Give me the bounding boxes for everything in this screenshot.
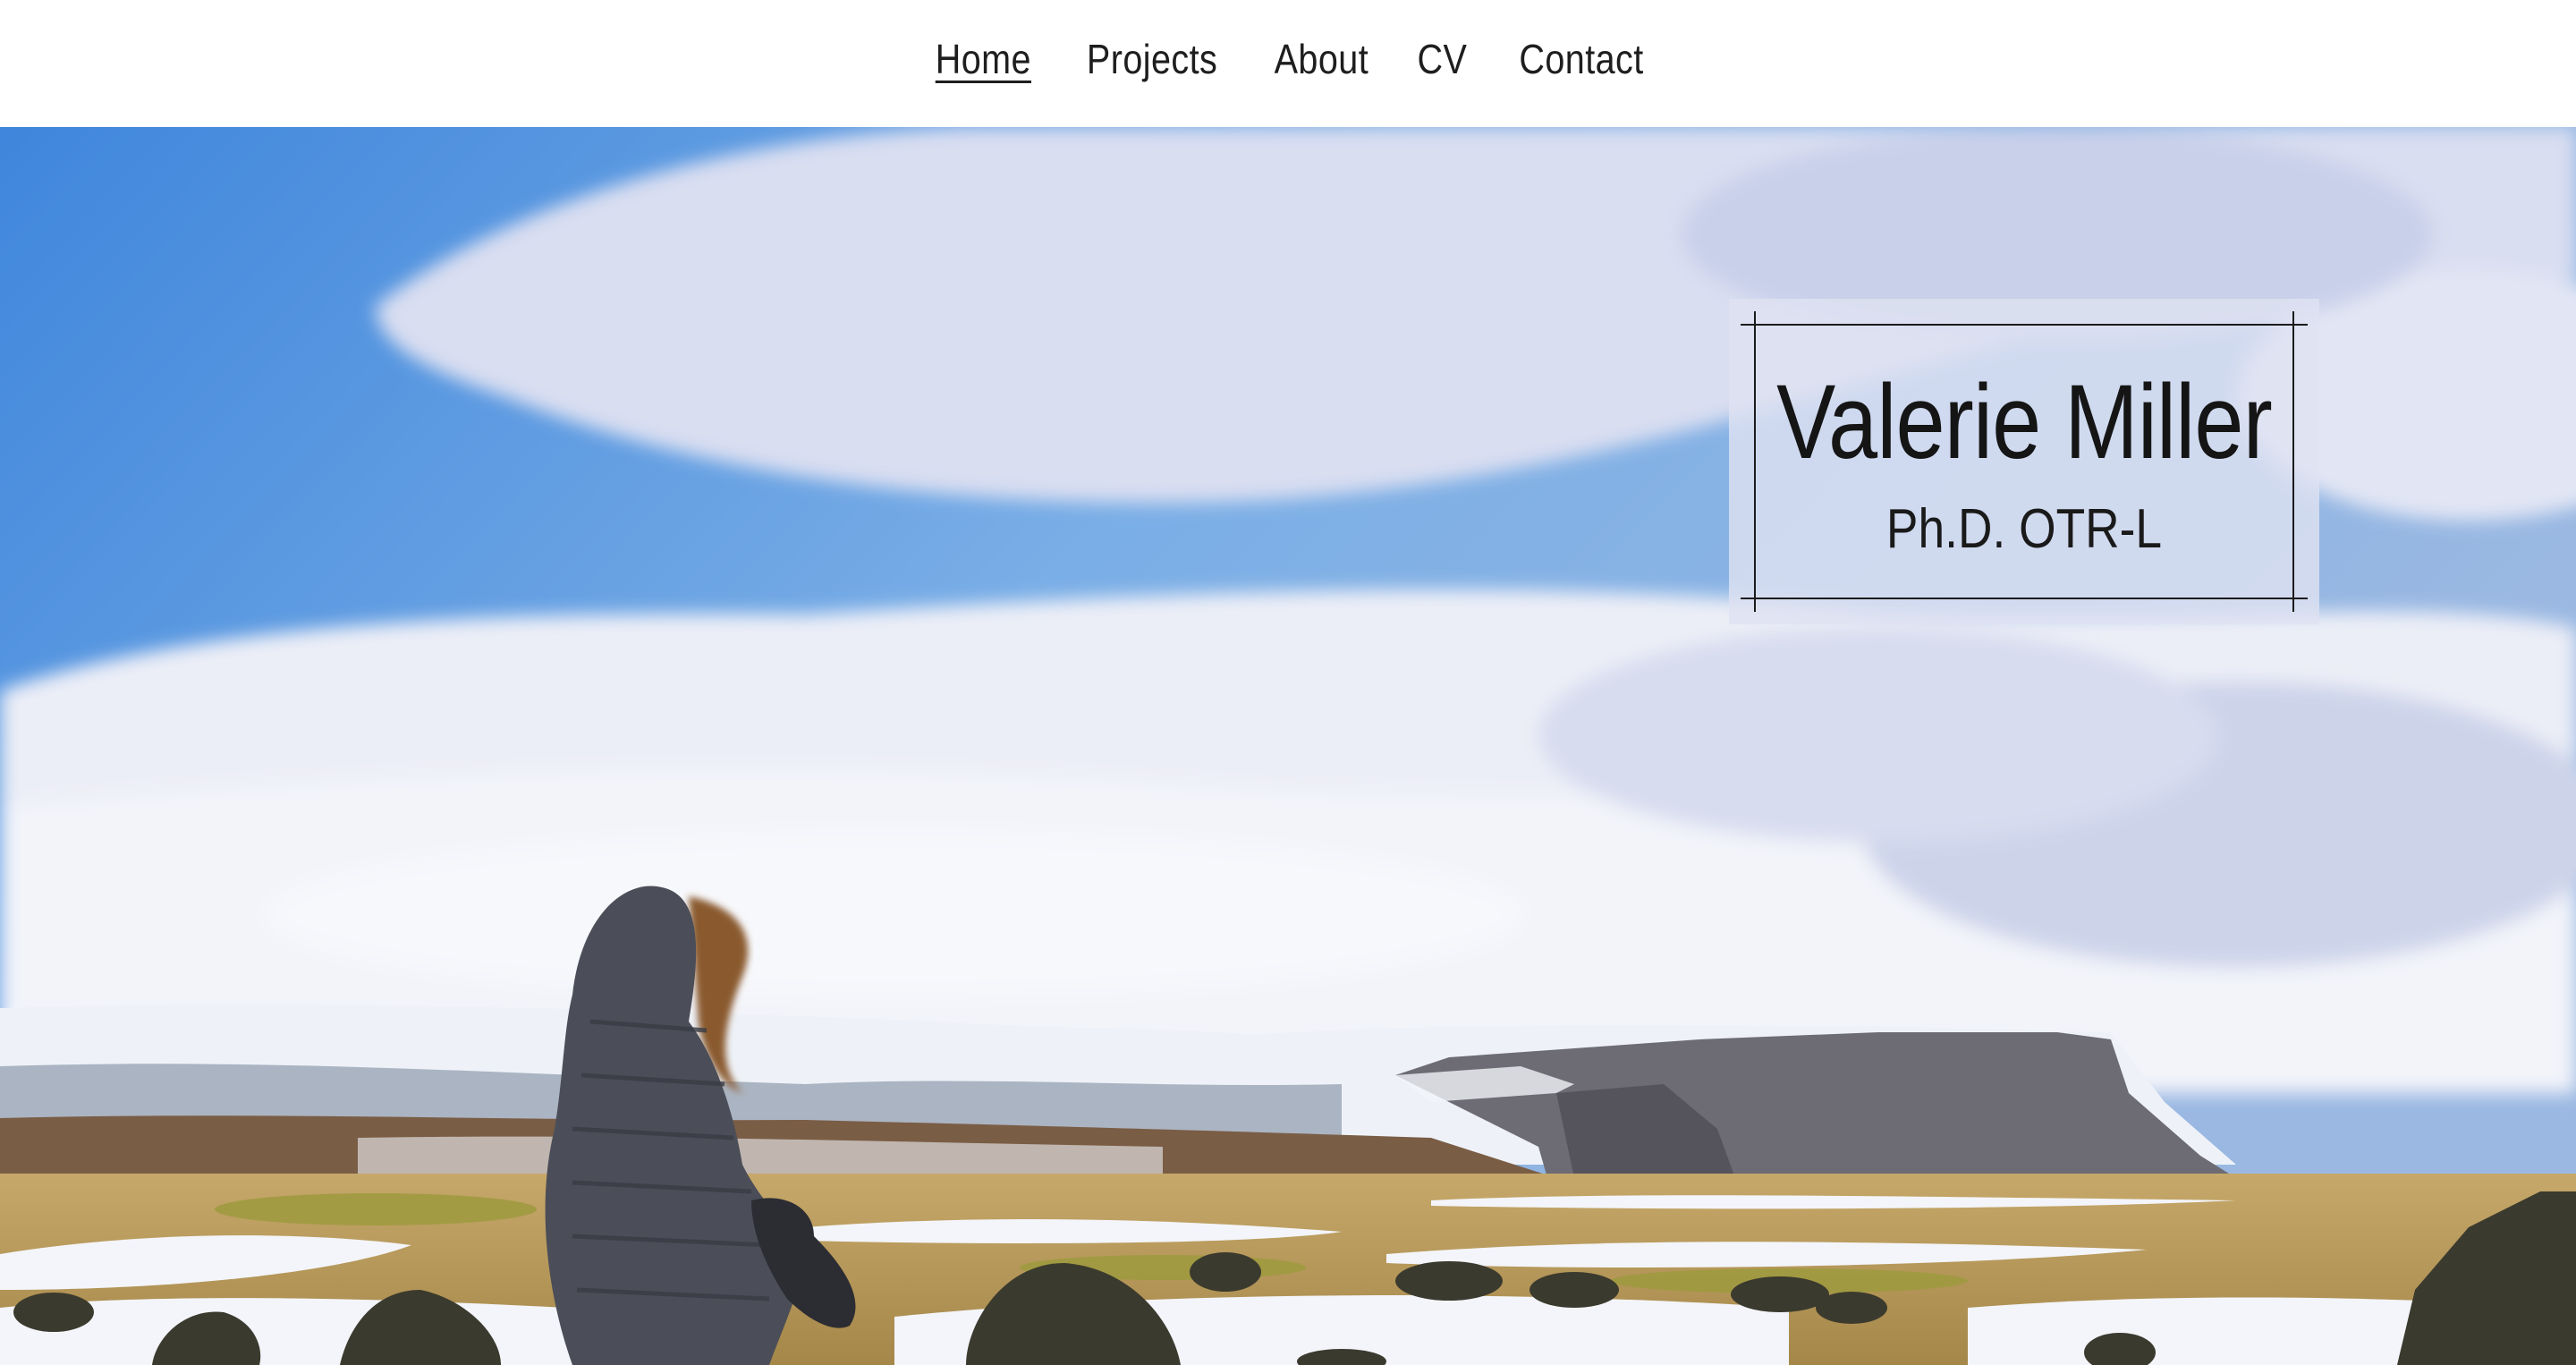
nav-cv-link[interactable]: CV xyxy=(1418,35,1468,83)
card-border-right xyxy=(2292,311,2294,612)
top-nav: Home Projects About CV Contact xyxy=(0,0,2576,127)
nav-contact-link[interactable]: Contact xyxy=(1520,35,1644,83)
hero-credentials: Ph.D. OTR-L xyxy=(1885,498,2163,560)
card-border-bottom xyxy=(1741,598,2308,599)
card-border-left xyxy=(1754,311,1756,612)
title-card: Valerie Miller Ph.D. OTR-L xyxy=(1729,299,2319,624)
hero-name: Valerie Miller xyxy=(1776,363,2273,481)
nav-projects-link[interactable]: Projects xyxy=(1087,35,1217,83)
nav-about-link[interactable]: About xyxy=(1274,35,1368,83)
nav-home-link[interactable]: Home xyxy=(935,35,1030,83)
nav-list: Home Projects About CV Contact xyxy=(922,35,1655,83)
card-border-top xyxy=(1741,324,2308,326)
hero-section: Valerie Miller Ph.D. OTR-L xyxy=(0,127,2576,1365)
